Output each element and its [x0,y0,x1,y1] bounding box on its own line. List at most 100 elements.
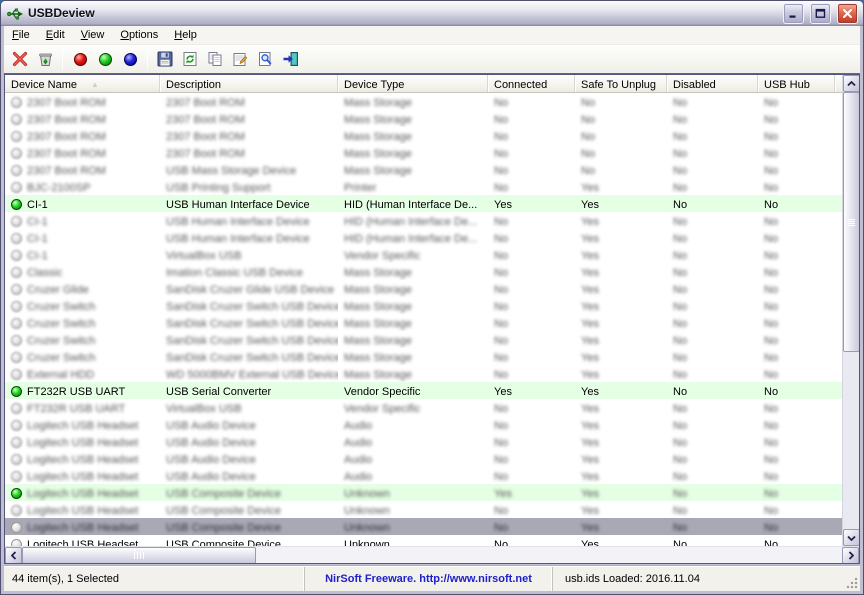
recycle-bin-icon[interactable] [33,47,57,71]
table-row[interactable]: FT232R USB UARTUSB Serial ConverterVendo… [5,382,859,399]
red-ball-icon[interactable] [68,47,92,71]
copy-icon[interactable] [203,47,227,71]
gray-ball-icon [11,437,22,448]
menu-bar: FileEditViewOptionsHelp [4,26,860,45]
horizontal-scroll-thumb[interactable] [22,547,256,564]
table-row[interactable]: FT232R USB UARTVirtualBox USBVendor Spec… [5,399,859,416]
horizontal-scroll-track[interactable] [256,547,842,563]
table-row[interactable]: CI-1USB Human Interface DeviceHID (Human… [5,229,859,246]
table-row[interactable]: 2307 Boot ROM2307 Boot ROMMass StorageNo… [5,144,859,161]
table-row[interactable]: CI-1USB Human Interface DeviceHID (Human… [5,212,859,229]
table-row[interactable]: Cruzer SwitchSanDisk Cruzer Switch USB D… [5,331,859,348]
menu-file[interactable]: File [4,27,38,44]
gray-ball-icon [11,301,22,312]
green-ball-icon [11,199,22,210]
column-header-disabled[interactable]: Disabled [667,75,758,92]
table-row[interactable]: Logitech USB HeadsetUSB Audio DeviceAudi… [5,450,859,467]
table-row[interactable]: Cruzer GlideSanDisk Cruzer Glide USB Dev… [5,280,859,297]
gray-ball-icon [11,267,22,278]
close-button[interactable] [837,3,858,24]
vertical-scroll-thumb[interactable] [843,92,860,352]
vertical-scrollbar[interactable] [842,75,859,546]
table-row[interactable]: 2307 Boot ROMUSB Mass Storage DeviceMass… [5,161,859,178]
horizontal-scrollbar[interactable] [5,546,859,563]
item-count-status: 44 item(s), 1 Selected [4,573,304,585]
table-row[interactable]: Logitech USB HeadsetUSB Composite Device… [5,501,859,518]
table-row[interactable]: Logitech USB HeadsetUSB Audio DeviceAudi… [5,416,859,433]
save-icon[interactable] [153,47,177,71]
table-row[interactable]: 2307 Boot ROM2307 Boot ROMMass StorageNo… [5,110,859,127]
menu-view[interactable]: View [73,27,113,44]
scroll-up-button[interactable] [843,75,860,92]
gray-ball-icon [11,131,22,142]
gray-ball-icon [11,318,22,329]
column-header-device-type[interactable]: Device Type [338,75,488,92]
gray-ball-icon [11,97,22,108]
table-row[interactable]: Cruzer SwitchSanDisk Cruzer Switch USB D… [5,297,859,314]
gray-ball-icon [11,216,22,227]
table-row[interactable]: BJC-2100SPUSB Printing SupportPrinterNoY… [5,178,859,195]
gray-ball-icon [11,471,22,482]
table-row[interactable]: Cruzer SwitchSanDisk Cruzer Switch USB D… [5,314,859,331]
table-row[interactable]: 2307 Boot ROM2307 Boot ROMMass StorageNo… [5,93,859,110]
gray-ball-icon [11,165,22,176]
gray-ball-icon [11,233,22,244]
exit-icon[interactable] [278,47,302,71]
column-header-usb-hub[interactable]: USB Hub [758,75,835,92]
app-icon [7,6,24,21]
gray-ball-icon [11,250,22,261]
table-row[interactable]: Logitech USB HeadsetUSB Composite Device… [5,518,859,535]
table-row[interactable]: External HDDWD 5000BMV External USB Devi… [5,365,859,382]
gray-ball-icon [11,182,22,193]
green-ball-icon[interactable] [93,47,117,71]
column-header-description[interactable]: Description [160,75,338,92]
resize-grip[interactable] [846,577,858,589]
table-row[interactable]: ClassicImation Classic USB DeviceMass St… [5,263,859,280]
scroll-right-button[interactable] [842,547,859,564]
column-header-connected[interactable]: Connected [488,75,575,92]
status-bar: 44 item(s), 1 Selected NirSoft Freeware.… [4,566,860,591]
gray-ball-icon [11,420,22,431]
gray-ball-icon [11,522,22,533]
table-row[interactable]: Cruzer SwitchSanDisk Cruzer Switch USB D… [5,348,859,365]
toolbar-separator [62,49,63,69]
table-row[interactable]: Logitech USB HeadsetUSB Audio DeviceAudi… [5,467,859,484]
refresh-icon[interactable] [178,47,202,71]
window-title: USBDeview [28,6,777,20]
uninstall-red-x-icon[interactable] [8,47,32,71]
menu-options[interactable]: Options [112,27,166,44]
toolbar-separator [147,49,148,69]
device-list-view: Device Name▲DescriptionDevice TypeConnec… [4,74,860,564]
table-row[interactable]: CI-1USB Human Interface DeviceHID (Human… [5,195,859,212]
table-row[interactable]: CI-1VirtualBox USBVendor SpecificNoYesNo… [5,246,859,263]
sort-indicator-icon: ▲ [91,80,99,89]
usbids-status: usb.ids Loaded: 2016.11.04 [552,567,860,591]
properties-icon[interactable] [228,47,252,71]
menu-edit[interactable]: Edit [38,27,73,44]
gray-ball-icon [11,148,22,159]
column-header-safe-to-unplug[interactable]: Safe To Unplug [575,75,667,92]
minimize-button[interactable] [783,3,804,24]
gray-ball-icon [11,369,22,380]
green-ball-icon [11,488,22,499]
nirsoft-link[interactable]: NirSoft Freeware. http://www.nirsoft.net [304,567,552,591]
gray-ball-icon [11,352,22,363]
table-row[interactable]: Logitech USB HeadsetUSB Composite Device… [5,484,859,501]
table-row[interactable]: Logitech USB HeadsetUSB Audio DeviceAudi… [5,433,859,450]
table-row[interactable]: 2307 Boot ROM2307 Boot ROMMass StorageNo… [5,127,859,144]
gray-ball-icon [11,335,22,346]
device-list: 2307 Boot ROM2307 Boot ROMMass StorageNo… [5,93,859,563]
title-bar[interactable]: USBDeview [1,1,863,26]
column-headers: Device Name▲DescriptionDevice TypeConnec… [5,75,842,93]
gray-ball-icon [11,505,22,516]
gray-ball-icon [11,454,22,465]
find-icon[interactable] [253,47,277,71]
green-ball-icon [11,386,22,397]
scroll-down-button[interactable] [843,529,860,546]
maximize-button[interactable] [810,3,831,24]
blue-ball-icon[interactable] [118,47,142,71]
column-header-device-name[interactable]: Device Name▲ [5,75,160,92]
usbdeview-window: USBDeview FileEditViewOptionsHelp [0,0,864,595]
menu-help[interactable]: Help [166,27,205,44]
scroll-left-button[interactable] [5,547,22,564]
